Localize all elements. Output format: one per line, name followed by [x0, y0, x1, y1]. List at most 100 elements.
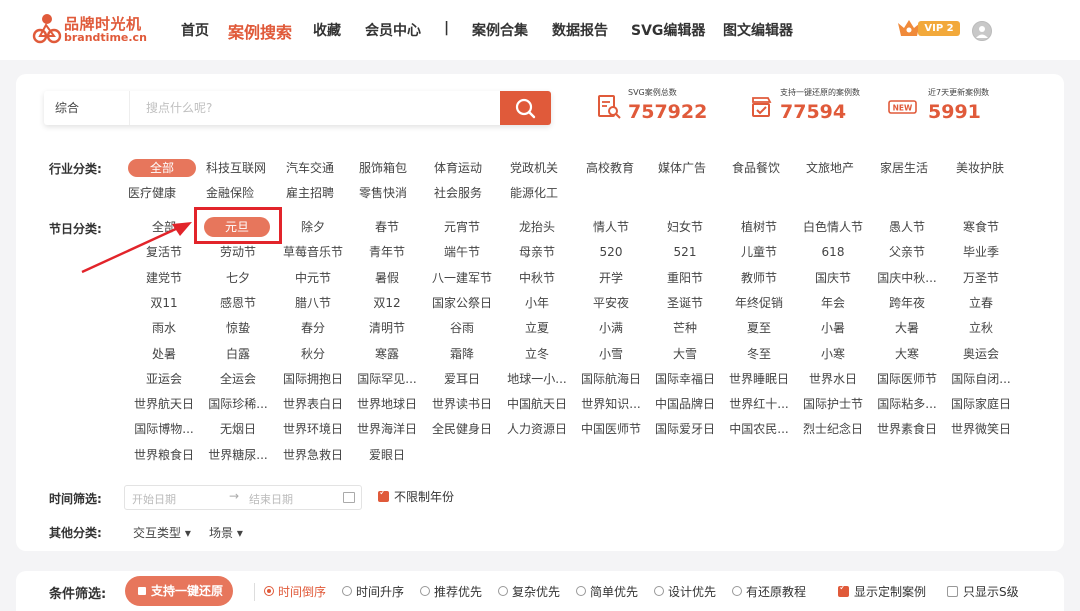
- interaction-type-dropdown[interactable]: 交互类型 ▾: [133, 524, 191, 541]
- sort-option-label[interactable]: 推荐优先: [434, 583, 482, 600]
- festival-tag[interactable]: 万圣节: [936, 269, 1026, 287]
- industry-label: 行业分类:: [49, 162, 102, 176]
- annotation-arrow-icon: [81, 222, 192, 274]
- nav-member-center[interactable]: 会员中心: [365, 20, 421, 40]
- nav-favorites[interactable]: 收藏: [313, 20, 341, 40]
- search-type-select[interactable]: 综合: [44, 91, 130, 125]
- show-custom-checkbox[interactable]: [838, 583, 849, 597]
- search-icon: [515, 98, 536, 119]
- new-badge-text: NEW: [893, 104, 913, 113]
- nav-case-search[interactable]: 案例搜索: [228, 19, 292, 43]
- time-filter-label: 时间筛选:: [49, 492, 102, 506]
- stat-value: 5991: [928, 101, 981, 123]
- date-range-arrow: →: [229, 489, 240, 503]
- festival-tag[interactable]: 奥运会: [936, 345, 1026, 363]
- start-date-placeholder: 开始日期: [132, 493, 176, 506]
- nav-home[interactable]: 首页: [181, 20, 209, 40]
- sort-option-label[interactable]: 设计优先: [668, 583, 716, 600]
- s-level-only-label: 只显示S级: [963, 585, 1019, 599]
- condition-filter-label: 条件筛选:: [49, 587, 107, 602]
- restore-icon: [752, 97, 772, 117]
- industry-tag[interactable]: 社会服务: [434, 184, 482, 202]
- industry-tag[interactable]: 零售快消: [359, 184, 407, 202]
- nav-svg-editor[interactable]: SVG编辑器: [631, 20, 705, 40]
- top-header: 品牌时光机 brandtime.cn 首页 案例搜索 收藏 会员中心 | 案例合…: [0, 0, 1080, 60]
- festival-tag[interactable]: 国际自闭...: [936, 370, 1026, 388]
- document-search-icon: [598, 95, 621, 119]
- sort-radio[interactable]: [576, 586, 586, 596]
- brand-logo[interactable]: 品牌时光机 brandtime.cn: [32, 12, 147, 46]
- scene-dropdown[interactable]: 场景 ▾: [209, 524, 243, 541]
- festival-label: 节日分类:: [49, 222, 102, 236]
- industry-tag[interactable]: 文旅地产: [806, 159, 854, 177]
- industry-tag[interactable]: 党政机关: [510, 159, 558, 177]
- vip-level-text: VIP 2: [918, 21, 960, 36]
- industry-tag[interactable]: 金融保险: [206, 184, 254, 202]
- sort-option-label[interactable]: 时间升序: [356, 583, 404, 600]
- search-bar: 综合: [44, 91, 551, 125]
- festival-tag[interactable]: 寒食节: [936, 218, 1026, 236]
- s-level-only-checkbox[interactable]: [947, 586, 958, 597]
- industry-tag[interactable]: 食品餐饮: [732, 159, 780, 177]
- stat-value: 757922: [628, 101, 708, 123]
- industry-tag[interactable]: 媒体广告: [658, 159, 706, 177]
- sort-option-label[interactable]: 简单优先: [590, 583, 638, 600]
- industry-tag[interactable]: 家居生活: [880, 159, 928, 177]
- sort-option-label[interactable]: 时间倒序: [278, 583, 326, 600]
- industry-tag[interactable]: 汽车交通: [286, 159, 334, 177]
- industry-tag[interactable]: 体育运动: [434, 159, 482, 177]
- industry-tag[interactable]: 全部: [128, 159, 196, 177]
- sort-radio[interactable]: [342, 586, 352, 596]
- stat-label: SVG案例总数: [628, 88, 677, 97]
- industry-tag[interactable]: 医疗健康: [128, 184, 176, 202]
- stat-recent-updates: NEW 近7天更新案例数 5991: [888, 84, 1020, 128]
- logo-bike-icon: [32, 14, 62, 44]
- industry-tag[interactable]: 雇主招聘: [286, 184, 334, 202]
- festival-tag[interactable]: 爱眼日: [342, 446, 432, 464]
- nav-case-collections[interactable]: 案例合集: [472, 20, 528, 40]
- sort-option-label[interactable]: 复杂优先: [512, 583, 560, 600]
- industry-tag[interactable]: 美妆护肤: [956, 159, 1004, 177]
- logo-domain-text: brandtime.cn: [64, 31, 147, 44]
- filter-panel: 综合 SVG案例总数 757922 支持一键还原的案例数 77594: [16, 74, 1064, 551]
- stat-label: 支持一键还原的案例数: [780, 88, 860, 97]
- sort-radio[interactable]: [654, 586, 664, 596]
- one-click-restore-button[interactable]: 支持一键还原: [125, 576, 233, 606]
- festival-tag[interactable]: 国际家庭日: [936, 395, 1026, 413]
- user-icon: [976, 26, 988, 38]
- industry-tag[interactable]: 高校教育: [586, 159, 634, 177]
- sort-radio[interactable]: [498, 586, 508, 596]
- festival-tag[interactable]: 世界微笑日: [936, 420, 1026, 438]
- search-button[interactable]: [500, 91, 551, 125]
- calendar-icon: [343, 492, 355, 503]
- industry-tag[interactable]: 能源化工: [510, 184, 558, 202]
- show-custom-label: 显示定制案例: [854, 585, 927, 599]
- festival-tag[interactable]: 立秋: [936, 319, 1026, 337]
- industry-tag[interactable]: 服饰箱包: [359, 159, 407, 177]
- user-avatar[interactable]: [972, 21, 992, 41]
- other-category-label: 其他分类:: [49, 526, 102, 540]
- industry-tag[interactable]: 科技互联网: [206, 159, 266, 177]
- stat-label: 近7天更新案例数: [928, 88, 990, 97]
- sort-radio[interactable]: [732, 586, 742, 596]
- festival-tag[interactable]: 毕业季: [936, 243, 1026, 261]
- condition-filter-bar: 条件筛选: 支持一键还原 时间倒序 时间升序 推荐优先 复杂优先 简单优先 设计优先 有还原…: [16, 571, 1064, 611]
- stat-restorable-cases: 支持一键还原的案例数 77594: [748, 84, 888, 128]
- new-badge-icon: NEW: [888, 100, 917, 114]
- unlimited-year-label: 不限制年份: [394, 490, 455, 504]
- stat-total-cases: SVG案例总数 757922: [596, 84, 726, 128]
- sort-radio[interactable]: [420, 586, 430, 596]
- nav-graphic-editor[interactable]: 图文编辑器: [723, 20, 793, 40]
- vip-badge[interactable]: VIP 2: [896, 17, 964, 39]
- end-date-placeholder: 结束日期: [249, 493, 293, 506]
- divider: [254, 583, 255, 601]
- stat-value: 77594: [780, 101, 847, 123]
- festival-tag[interactable]: 立春: [936, 294, 1026, 312]
- unlimited-year-checkbox[interactable]: [378, 488, 389, 502]
- sort-option-label[interactable]: 有还原教程: [746, 583, 806, 600]
- date-range-picker[interactable]: 开始日期 → 结束日期: [124, 485, 362, 510]
- search-input[interactable]: [130, 91, 500, 125]
- sort-radio[interactable]: [264, 586, 274, 596]
- nav-data-reports[interactable]: 数据报告: [552, 20, 608, 40]
- festival-tag-selected[interactable]: 元旦: [204, 217, 270, 237]
